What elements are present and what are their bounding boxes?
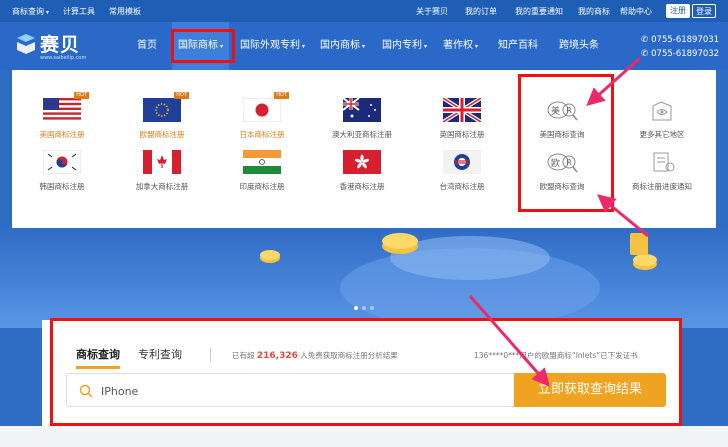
annotation-arrows: [468, 56, 649, 387]
